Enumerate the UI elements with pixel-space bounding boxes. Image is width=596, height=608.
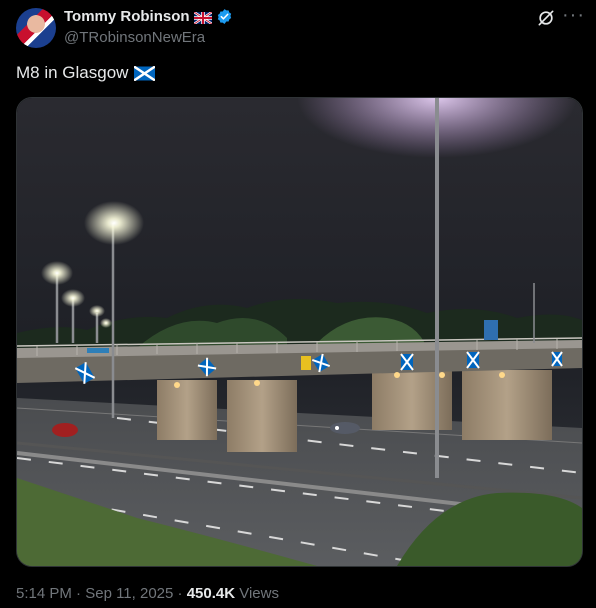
views-label: Views <box>235 585 279 602</box>
tweet-body: M8 in Glasgow <box>16 63 129 82</box>
tweet-time[interactable]: 5:14 PM <box>16 585 72 602</box>
author-name[interactable]: Tommy Robinson <box>64 8 190 25</box>
tweet-meta: 5:14 PM · Sep 11, 2025 · 450.4K Views <box>16 585 279 602</box>
author-handle[interactable]: @TRobinsonNewEra <box>64 29 205 46</box>
grok-icon[interactable] <box>536 8 556 28</box>
avatar[interactable] <box>16 8 56 48</box>
uk-flag-icon <box>192 10 213 25</box>
photo-image <box>17 98 582 566</box>
tweet-text: M8 in Glasgow <box>16 63 157 83</box>
views-count[interactable]: 450.4K <box>187 585 235 602</box>
more-options-button[interactable]: ··· <box>562 4 585 27</box>
tweet-date[interactable]: Sep 11, 2025 <box>85 585 173 602</box>
verified-badge-icon[interactable] <box>216 8 233 25</box>
meta-separator: · <box>173 585 187 602</box>
meta-separator: · <box>71 585 86 602</box>
author-row: Tommy Robinson <box>64 8 233 25</box>
tweet-photo[interactable] <box>16 97 583 567</box>
scotland-flag-icon <box>133 64 157 82</box>
